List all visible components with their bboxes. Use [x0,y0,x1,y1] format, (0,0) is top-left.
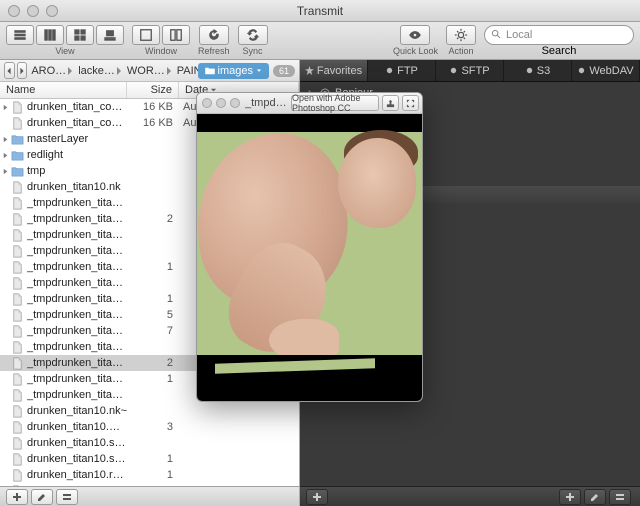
add-button[interactable] [6,489,28,505]
view-list-button[interactable] [6,25,34,45]
view-column-button[interactable] [36,25,64,45]
search-placeholder: Local [506,29,532,41]
ql-min-button[interactable] [216,98,226,108]
crumb[interactable]: ARO… [29,65,76,77]
forward-button[interactable] [17,62,28,79]
view-coverflow-button[interactable] [96,25,124,45]
window-dual-button[interactable] [162,25,190,45]
crumb[interactable]: PAIN… [175,65,198,77]
remote-statusbar [300,486,640,506]
crumb-active[interactable]: images [198,63,269,79]
window-group: Window [132,25,190,56]
crumb[interactable]: WOR… [125,65,175,77]
chevron-down-icon [256,67,262,75]
sync-button[interactable] [238,25,268,45]
add-server-button[interactable] [306,489,328,505]
file-row[interactable]: drunken_titan10.specular.exr [0,435,299,451]
quicklook-preview [197,114,422,401]
action-label: Action [448,46,473,56]
quicklook-open-button[interactable]: Open with Adobe Photoshop CC [291,95,379,111]
edit-button[interactable] [31,489,53,505]
protocol-tabs: Favorites FTP SFTP S3 WebDAV [300,60,640,82]
star-icon [305,66,314,75]
col-size[interactable]: Size [127,82,179,98]
edit-server-button[interactable] [584,489,606,505]
quicklook-group: Quick Look [393,25,438,56]
path-bar: ARO…lacke…WOR…PAIN…LAND…DRUNKEN_TITAN im… [0,60,299,82]
traffic-lights [8,5,58,17]
tasks-server-button[interactable] [609,489,631,505]
file-row[interactable]: drunken_titan10.refract.exr1 [0,467,299,483]
ql-zoom-button[interactable] [230,98,240,108]
action-button[interactable] [446,25,476,45]
quicklook-button[interactable] [400,25,430,45]
quicklook-share-button[interactable] [382,95,399,111]
ql-close-button[interactable] [202,98,212,108]
refresh-group: Refresh [198,25,230,56]
dot-icon [385,66,394,75]
titlebar: Transmit [0,0,640,22]
view-label: View [55,46,74,56]
file-row[interactable]: drunken_titan10.SSS.exr3 [0,419,299,435]
zoom-window-button[interactable] [46,5,58,17]
quicklook-title: _tmpdr… [245,97,287,109]
sync-label: Sync [243,46,263,56]
new-folder-button[interactable] [559,489,581,505]
file-row[interactable]: drunken_titan10.selfillum.exr1 [0,451,299,467]
dot-icon [449,66,458,75]
view-thumb-button[interactable] [66,25,94,45]
local-statusbar [0,486,299,506]
quicklook-window[interactable]: _tmpdr… Open with Adobe Photoshop CC [196,92,423,402]
sync-group: Sync [238,25,268,56]
tab-webdav[interactable]: WebDAV [572,60,640,81]
col-name[interactable]: Name [0,82,127,98]
minimize-window-button[interactable] [27,5,39,17]
folder-icon [205,67,215,75]
item-count-badge: 61 [273,65,295,77]
tab-sftp[interactable]: SFTP [436,60,504,81]
back-button[interactable] [4,62,15,79]
window-single-button[interactable] [132,25,160,45]
tab-ftp[interactable]: FTP [368,60,436,81]
window-title: Transmit [297,4,343,18]
search-icon [491,29,502,40]
crumb[interactable]: lacke… [76,65,125,77]
search-group: Local Search [484,25,634,57]
search-input[interactable]: Local [484,25,634,45]
tab-favorites[interactable]: Favorites [300,60,368,81]
window-label: Window [145,46,177,56]
search-label: Search [542,45,577,57]
close-window-button[interactable] [8,5,20,17]
refresh-button[interactable] [199,25,229,45]
file-row[interactable]: drunken_titan10.nk~ [0,403,299,419]
toolbar: View Window Refresh Sync Quick Look Acti… [0,22,640,60]
quicklook-fullscreen-button[interactable] [402,95,419,111]
tab-s3[interactable]: S3 [504,60,572,81]
quicklook-titlebar: _tmpdr… Open with Adobe Photoshop CC [197,93,422,114]
action-group: Action [446,25,476,56]
crumb-active-label: images [218,65,253,77]
quicklook-label: Quick Look [393,46,438,56]
tasks-button[interactable] [56,489,78,505]
dot-icon [525,66,534,75]
view-group: View [6,25,124,56]
dot-icon [577,66,586,75]
refresh-label: Refresh [198,46,230,56]
